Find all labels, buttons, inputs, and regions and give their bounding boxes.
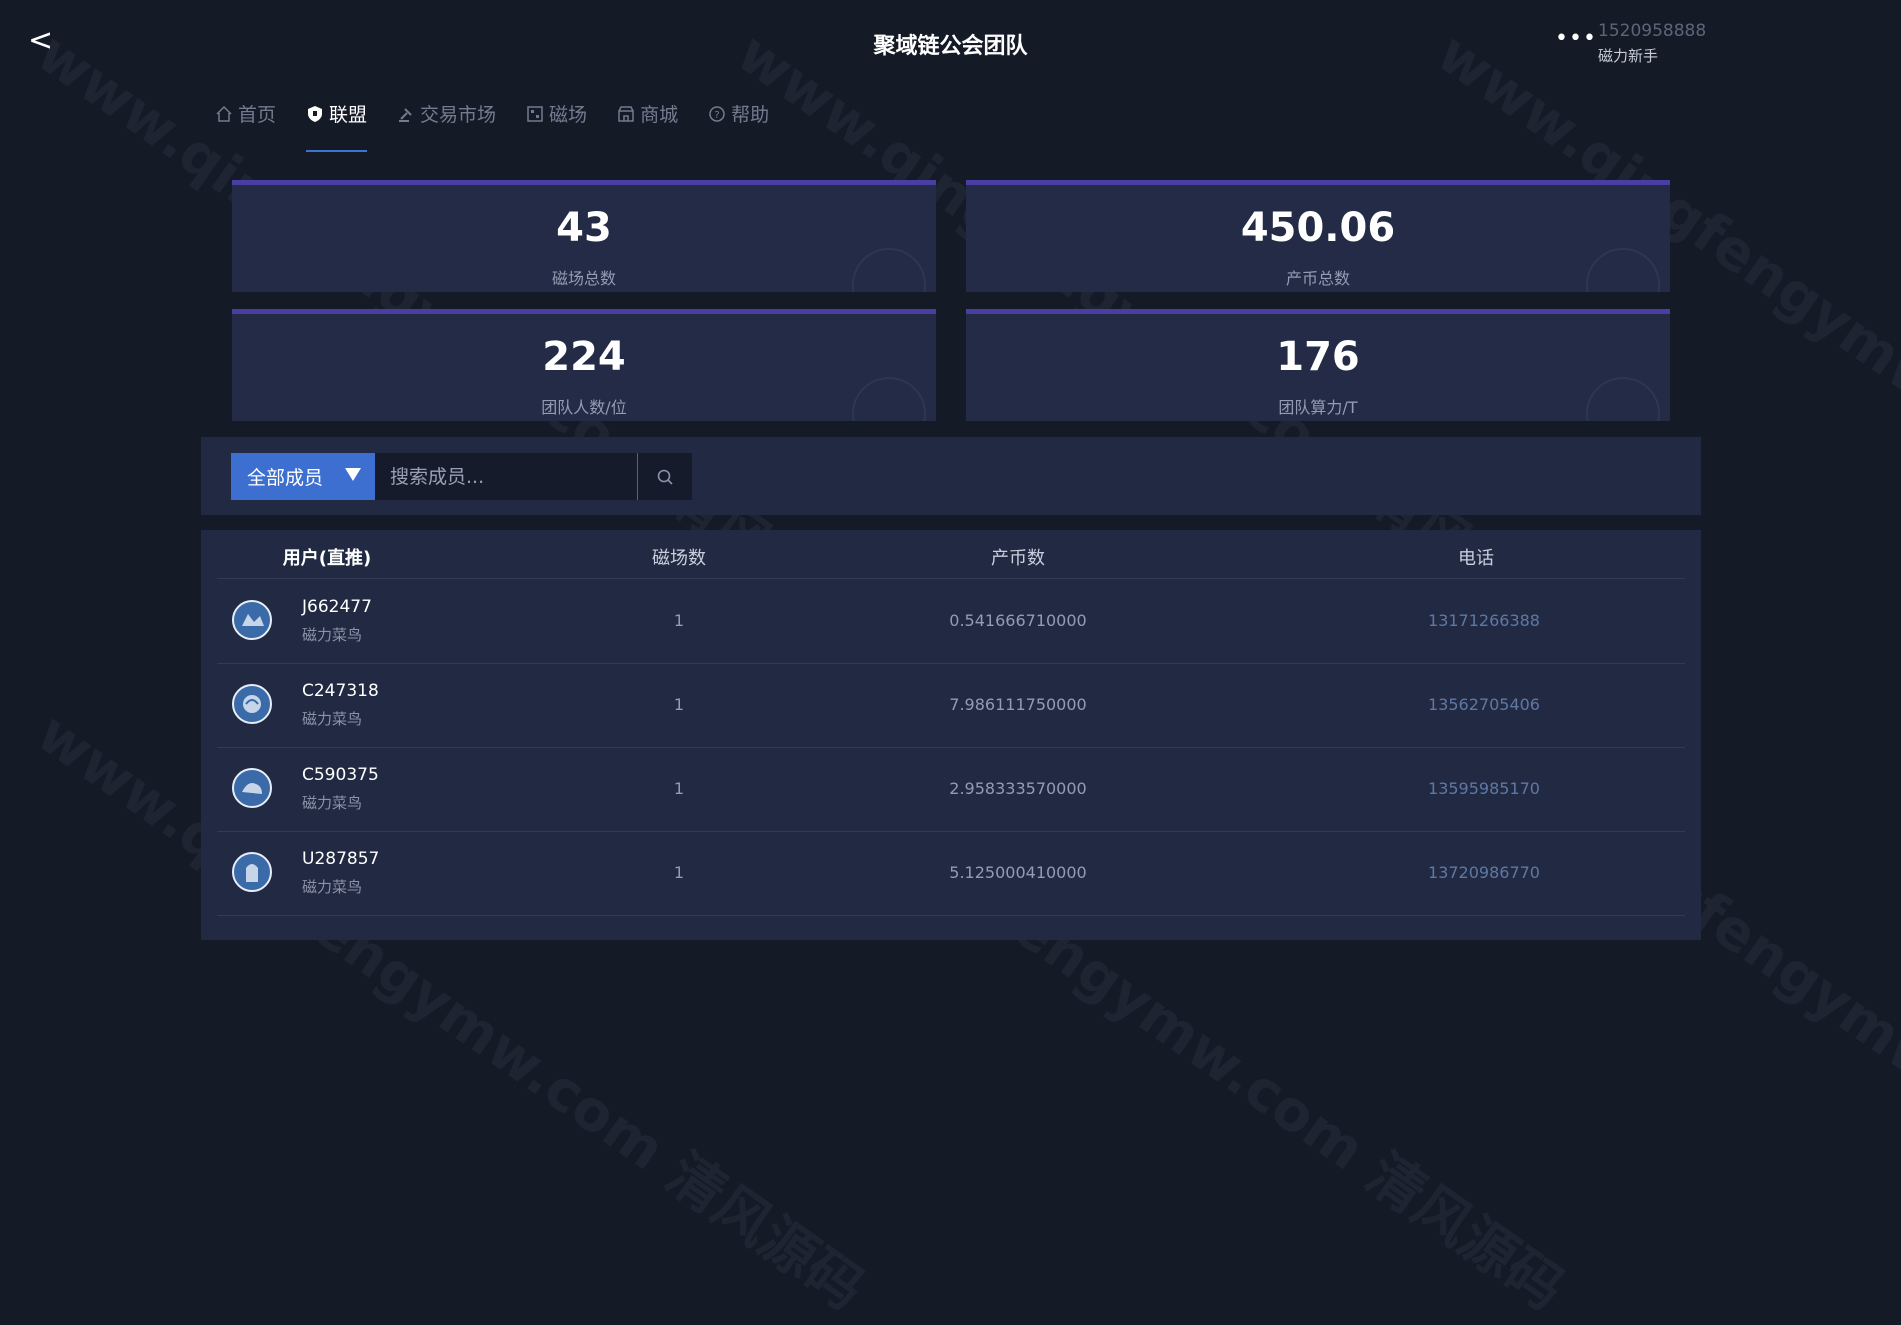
decor-circle-icon (852, 377, 926, 421)
stat-card-team-members: 224 团队人数/位 (232, 309, 936, 421)
member-filter-label: 全部成员 (247, 467, 324, 489)
nav-item-label: 交易市场 (420, 104, 497, 126)
stat-label: 团队算力/T (1278, 398, 1358, 417)
magnetic-field-count: 1 (673, 695, 685, 714)
column-header-user[interactable]: 用户(直推) (283, 544, 371, 570)
stat-card-team-hashrate: 176 团队算力/T (966, 309, 1670, 421)
avatar[interactable] (232, 600, 272, 640)
column-header-coins[interactable]: 产币数 (991, 544, 1045, 570)
user-phone: 1520958888 (1598, 21, 1707, 41)
user-role: 磁力菜鸟 (302, 710, 363, 728)
nav-item-home[interactable]: 首页 (215, 100, 276, 150)
magnetic-field-count: 1 (673, 779, 685, 798)
nav-item-market[interactable]: 交易市场 (397, 100, 496, 150)
column-header-magnetic-fields[interactable]: 磁场数 (652, 544, 706, 570)
phone-number[interactable]: 13562705406 (1428, 695, 1540, 714)
nav-item-alliance[interactable]: 联盟 (306, 100, 368, 152)
header: < 聚域链公会团队 ••• 1520958888 磁力新手 (0, 0, 1901, 84)
stat-label: 团队人数/位 (541, 398, 627, 417)
column-header-phone[interactable]: 电话 (1458, 544, 1494, 570)
avatar[interactable] (232, 768, 272, 808)
main-nav: 首页 联盟 交易市场 磁场 商城 ? 帮助 (215, 100, 799, 152)
store-icon (618, 106, 634, 122)
search-input[interactable] (375, 453, 637, 500)
nav-item-label: 磁场 (549, 104, 588, 126)
gavel-icon (399, 108, 412, 122)
phone-number[interactable]: 13720986770 (1428, 863, 1540, 882)
phone-number[interactable]: 13595985170 (1428, 779, 1540, 798)
nav-item-magnetic-field[interactable]: 磁场 (526, 100, 587, 150)
home-icon (216, 105, 232, 122)
nav-item-label: 帮助 (731, 104, 770, 126)
coin-count: 2.958333570000 (949, 779, 1087, 798)
user-name: C590375 (302, 765, 379, 785)
nav-item-label: 联盟 (329, 104, 368, 126)
nav-item-store[interactable]: 商城 (617, 100, 678, 150)
help-icon: ? (709, 106, 725, 122)
user-role: 磁力菜鸟 (302, 794, 363, 812)
user-name: U287857 (302, 849, 380, 869)
avatar[interactable] (232, 684, 272, 724)
member-table: 用户(直推) 磁场数 产币数 电话 J662477 磁力菜鸟 1 0.54166… (201, 530, 1701, 940)
caret-down-icon (345, 468, 361, 481)
grid-icon (527, 106, 543, 122)
phone-number[interactable]: 13171266388 (1428, 611, 1540, 630)
svg-text:?: ? (714, 110, 719, 121)
user-name: J662477 (302, 597, 372, 617)
nav-item-help[interactable]: ? 帮助 (708, 100, 769, 150)
coin-count: 0.541666710000 (949, 611, 1087, 630)
table-row[interactable]: C247318 磁力菜鸟 1 7.986111750000 1356270540… (217, 663, 1685, 748)
magnetic-field-count: 1 (673, 863, 685, 882)
table-row[interactable]: C590375 磁力菜鸟 1 2.958333570000 1359598517… (217, 747, 1685, 832)
stat-card-total-coins: 450.06 产币总数 (966, 180, 1670, 292)
filter-bar: 全部成员 (201, 437, 1701, 515)
coin-count: 7.986111750000 (949, 695, 1087, 714)
stat-value: 176 (1276, 334, 1360, 380)
more-options-button[interactable]: ••• (1555, 26, 1597, 51)
user-name: C247318 (302, 681, 379, 701)
user-role: 磁力菜鸟 (302, 626, 363, 644)
shield-icon (308, 106, 323, 122)
stat-value: 450.06 (1240, 205, 1396, 251)
stat-value: 43 (556, 205, 612, 251)
decor-circle-icon (852, 248, 926, 292)
search-button[interactable] (637, 453, 692, 500)
nav-item-label: 商城 (640, 104, 679, 126)
table-row[interactable]: U287857 磁力菜鸟 1 5.125000410000 1372098677… (217, 831, 1685, 916)
user-role: 磁力菜鸟 (302, 878, 363, 896)
nav-item-label: 首页 (238, 104, 277, 126)
decor-circle-icon (1586, 248, 1660, 292)
member-filter-select[interactable]: 全部成员 (231, 453, 375, 500)
stat-label: 产币总数 (1285, 269, 1350, 288)
table-row[interactable]: J662477 磁力菜鸟 1 0.541666710000 1317126638… (217, 579, 1685, 664)
avatar[interactable] (232, 852, 272, 892)
stat-value: 224 (542, 334, 626, 380)
search-icon (657, 469, 673, 485)
user-level: 磁力新手 (1598, 47, 1659, 65)
magnetic-field-count: 1 (673, 611, 685, 630)
stat-card-magnetic-fields: 43 磁场总数 (232, 180, 936, 292)
stat-label: 磁场总数 (551, 269, 616, 288)
coin-count: 5.125000410000 (949, 863, 1087, 882)
table-header: 用户(直推) 磁场数 产币数 电话 (217, 530, 1685, 579)
decor-circle-icon (1586, 377, 1660, 421)
